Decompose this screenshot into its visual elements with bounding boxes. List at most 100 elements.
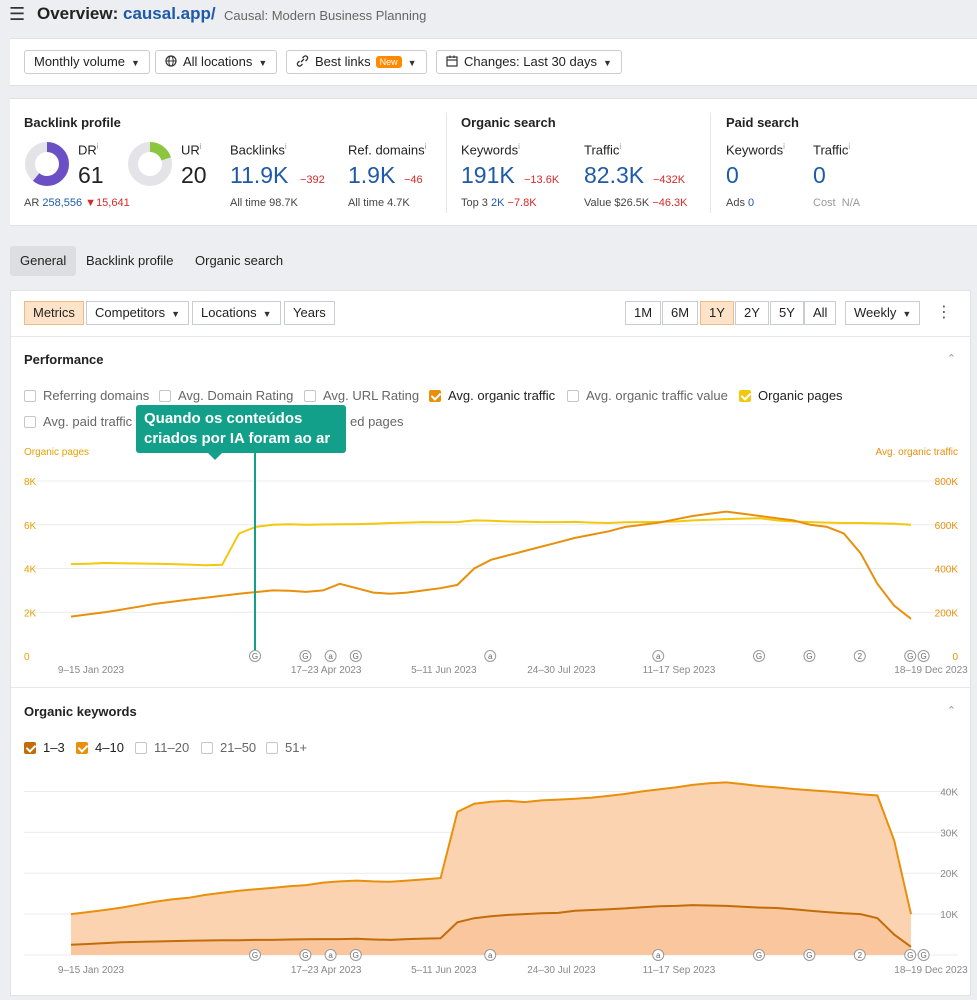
organic-traffic-value[interactable]: 82.3K (584, 162, 644, 189)
checkbox-box-checked (739, 390, 751, 402)
checkbox-pos-4-10[interactable]: 4–10 (76, 740, 124, 755)
range-6m[interactable]: 6M (662, 301, 699, 325)
locations-dropdown[interactable]: All locations ▼ (155, 50, 278, 74)
page-subtitle: Causal: Modern Business Planning (224, 8, 427, 23)
checkbox-paid-pages[interactable]: ed pages (350, 414, 404, 429)
volume-dropdown[interactable]: Monthly volume ▼ (24, 50, 150, 74)
info-icon[interactable]: i (848, 142, 850, 151)
traffic-label-text: Traffic (813, 142, 849, 158)
info-icon[interactable]: i (425, 142, 427, 151)
chevron-down-icon: ▼ (407, 58, 417, 68)
x-tick-label: 11–17 Sep 2023 (643, 665, 716, 676)
checkbox-pos-51-plus[interactable]: 51+ (266, 740, 307, 755)
dr-label-text: DR (78, 142, 97, 158)
chevron-up-icon[interactable]: ⌃ (947, 704, 956, 717)
paid-traffic-value[interactable]: 0 (813, 162, 826, 189)
locations-chart-dropdown[interactable]: Locations ▼ (192, 301, 281, 325)
info-icon[interactable]: i (97, 142, 99, 151)
ar-value[interactable]: 258,556 (42, 197, 82, 209)
cost-label: Cost (813, 197, 836, 209)
event-marker-label: a (328, 652, 333, 661)
performance-chart[interactable]: Organic pages Avg. organic traffic 0 2K 4K 6K… (11, 439, 972, 683)
info-icon[interactable]: i (200, 142, 202, 151)
tab-backlink-profile[interactable]: Backlink profile (76, 246, 183, 276)
event-marker-label: a (656, 652, 661, 661)
info-icon[interactable]: i (619, 142, 621, 151)
interval-dropdown[interactable]: Weekly ▼ (845, 301, 921, 325)
y-left-tick-label: 0 (24, 652, 30, 663)
best-links-dropdown[interactable]: Best links New ▼ (286, 50, 427, 74)
ar-row: AR 258,556 ▼15,641 (24, 197, 130, 209)
info-icon[interactable]: i (285, 142, 287, 151)
ur-label: URi (181, 142, 202, 157)
divider (710, 113, 711, 213)
top3-delta: −7.8K (507, 197, 537, 209)
changes-label: Changes: Last 30 days (464, 54, 597, 69)
divider (11, 336, 972, 337)
checkbox-organic-pages[interactable]: Organic pages (739, 388, 843, 403)
checkbox-box-checked (24, 742, 36, 754)
more-options-icon[interactable]: ⋮ (936, 303, 952, 323)
range-1y[interactable]: 1Y (700, 301, 734, 325)
checkbox-referring-domains[interactable]: Referring domains (24, 388, 149, 403)
range-1m[interactable]: 1M (625, 301, 662, 325)
y-left-tick-label: 4K (24, 565, 37, 576)
alltime-label: All time (230, 197, 267, 209)
checkbox-avg-url-rating[interactable]: Avg. URL Rating (304, 388, 419, 403)
checkbox-pos-21-50[interactable]: 21–50 (201, 740, 256, 755)
x-tick-label: 24–30 Jul 2023 (527, 665, 596, 676)
competitors-dropdown[interactable]: Competitors ▼ (86, 301, 189, 325)
paid-keywords-value[interactable]: 0 (726, 162, 739, 189)
chevron-down-icon: ▼ (262, 309, 272, 319)
metrics-toggle[interactable]: Metrics (24, 301, 84, 325)
backlinks-value[interactable]: 11.9K (230, 162, 288, 189)
y-right-tick-label: 200K (935, 608, 959, 619)
title-domain[interactable]: causal.app/ (123, 4, 216, 23)
chevron-up-icon[interactable]: ⌃ (947, 352, 956, 365)
range-all[interactable]: All (804, 301, 837, 325)
alltime-value: 4.7K (387, 197, 410, 209)
chevron-down-icon: ▼ (602, 58, 612, 68)
x-tick-label: 18–19 Dec 2023 (894, 965, 968, 976)
event-marker-label: G (921, 652, 927, 661)
traffic-label-text: Traffic (584, 142, 620, 158)
checkbox-label: Referring domains (43, 388, 150, 403)
top3-value[interactable]: 2K (491, 197, 504, 209)
checkbox-avg-organic-traffic[interactable]: Avg. organic traffic (429, 388, 555, 403)
backlinks-label-text: Backlinks (230, 142, 285, 158)
checkbox-box-checked (429, 390, 441, 402)
event-marker-label: G (907, 951, 913, 960)
tab-organic-search[interactable]: Organic search (185, 246, 293, 276)
value-value: $26.5K (614, 197, 650, 209)
checkbox-pos-1-3[interactable]: 1–3 (24, 740, 65, 755)
checkbox-avg-paid-traffic[interactable]: Avg. paid traffic (24, 414, 132, 429)
organic-keywords-chart[interactable]: 10K 20K 30K 40K 9–15 Jan 2023 17–23 Apr 2023 5… (11, 767, 972, 995)
years-toggle[interactable]: Years (284, 301, 335, 325)
cost-value: N/A (841, 197, 861, 209)
checkbox-avg-organic-traffic-value[interactable]: Avg. organic traffic value (567, 388, 728, 403)
volume-label: Monthly volume (34, 54, 126, 69)
event-marker-label: 2 (858, 652, 863, 661)
organic-keywords-value[interactable]: 191K (461, 162, 515, 189)
ads-value[interactable]: 0 (748, 197, 754, 209)
ur-donut (128, 142, 172, 186)
info-icon[interactable]: i (783, 142, 785, 151)
checkbox-pos-11-20[interactable]: 11–20 (135, 740, 189, 755)
changes-dropdown[interactable]: Changes: Last 30 days ▼ (436, 50, 622, 74)
event-marker-label: 2 (858, 951, 863, 960)
checkbox-box (304, 390, 316, 402)
y-right-tick-label: 0 (952, 652, 958, 663)
range-2y[interactable]: 2Y (735, 301, 769, 325)
checkbox-box (201, 742, 213, 754)
hamburger-menu-icon[interactable]: ☰ (9, 4, 25, 25)
dr-donut (25, 142, 69, 186)
refdomains-value[interactable]: 1.9K (348, 162, 395, 189)
info-icon[interactable]: i (518, 142, 520, 151)
range-5y[interactable]: 5Y (770, 301, 804, 325)
event-marker-label: a (488, 951, 493, 960)
checkbox-avg-domain-rating[interactable]: Avg. Domain Rating (159, 388, 293, 403)
chevron-down-icon: ▼ (131, 58, 140, 68)
checkbox-box (24, 416, 36, 428)
top-bar: ☰ Overview: causal.app/ Causal: Modern B… (0, 0, 977, 30)
tab-general[interactable]: General (10, 246, 77, 276)
